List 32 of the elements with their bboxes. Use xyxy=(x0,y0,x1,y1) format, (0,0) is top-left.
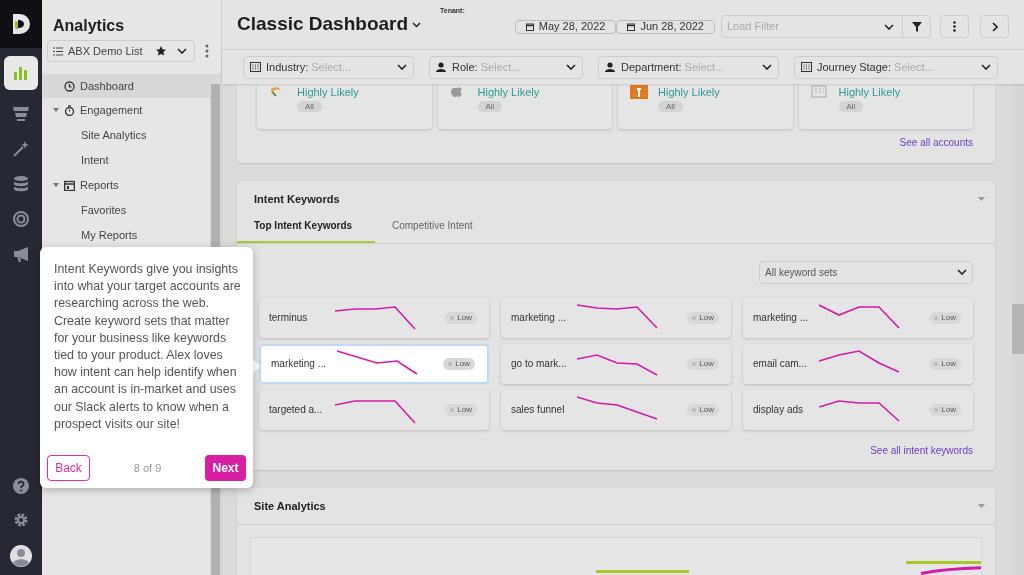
tag: All xyxy=(297,101,322,112)
likelihood-text: Highly Likely xyxy=(658,85,720,99)
tag: All xyxy=(477,101,503,112)
panel-title: Site Analytics xyxy=(254,498,326,514)
level-badge: Low xyxy=(445,311,477,324)
likelihood-text: Highly Likely xyxy=(477,85,540,99)
keyword-label: marketing ... xyxy=(271,357,328,371)
level-badge: Low xyxy=(687,357,719,370)
tour-text: Intent Keywords give you insights into what your target accounts are researching across the web. Create keyword sets that matter for your business like keywords tied to your product. Alex loves how intent can help identify when an account is in-market and uses our Slack alerts to know when a prospect visits our site! xyxy=(53,261,242,433)
level-badge: Low xyxy=(687,311,719,324)
level-badge: Low xyxy=(443,357,475,370)
keyword-label: marketing ... xyxy=(753,311,810,325)
sidebar-title: Analytics xyxy=(52,16,126,36)
list-name: ABX Demo List xyxy=(68,43,144,59)
level-badge: Low xyxy=(445,403,477,416)
keyword-label: marketing ... xyxy=(511,311,568,325)
keyword-label: go to mark... xyxy=(511,357,568,371)
keyword-label: terminus xyxy=(269,311,309,325)
tag: All xyxy=(658,101,683,112)
keyword-label: email cam... xyxy=(753,357,808,371)
level-badge: Low xyxy=(929,403,961,416)
keyword-label: targeted a... xyxy=(269,403,324,417)
level-badge: Low xyxy=(929,357,961,370)
keyword-label: sales funnel xyxy=(511,403,566,417)
panel-title: Intent Keywords xyxy=(254,192,340,207)
likelihood-text: Highly Likely xyxy=(838,85,901,99)
keyword-label: display ads xyxy=(753,403,805,417)
tag: All xyxy=(838,101,864,112)
likelihood-text: Highly Likely xyxy=(297,85,359,99)
level-badge: Low xyxy=(687,403,719,416)
progress-text: 8 of 9 xyxy=(133,460,162,476)
level-badge: Low xyxy=(929,311,961,324)
